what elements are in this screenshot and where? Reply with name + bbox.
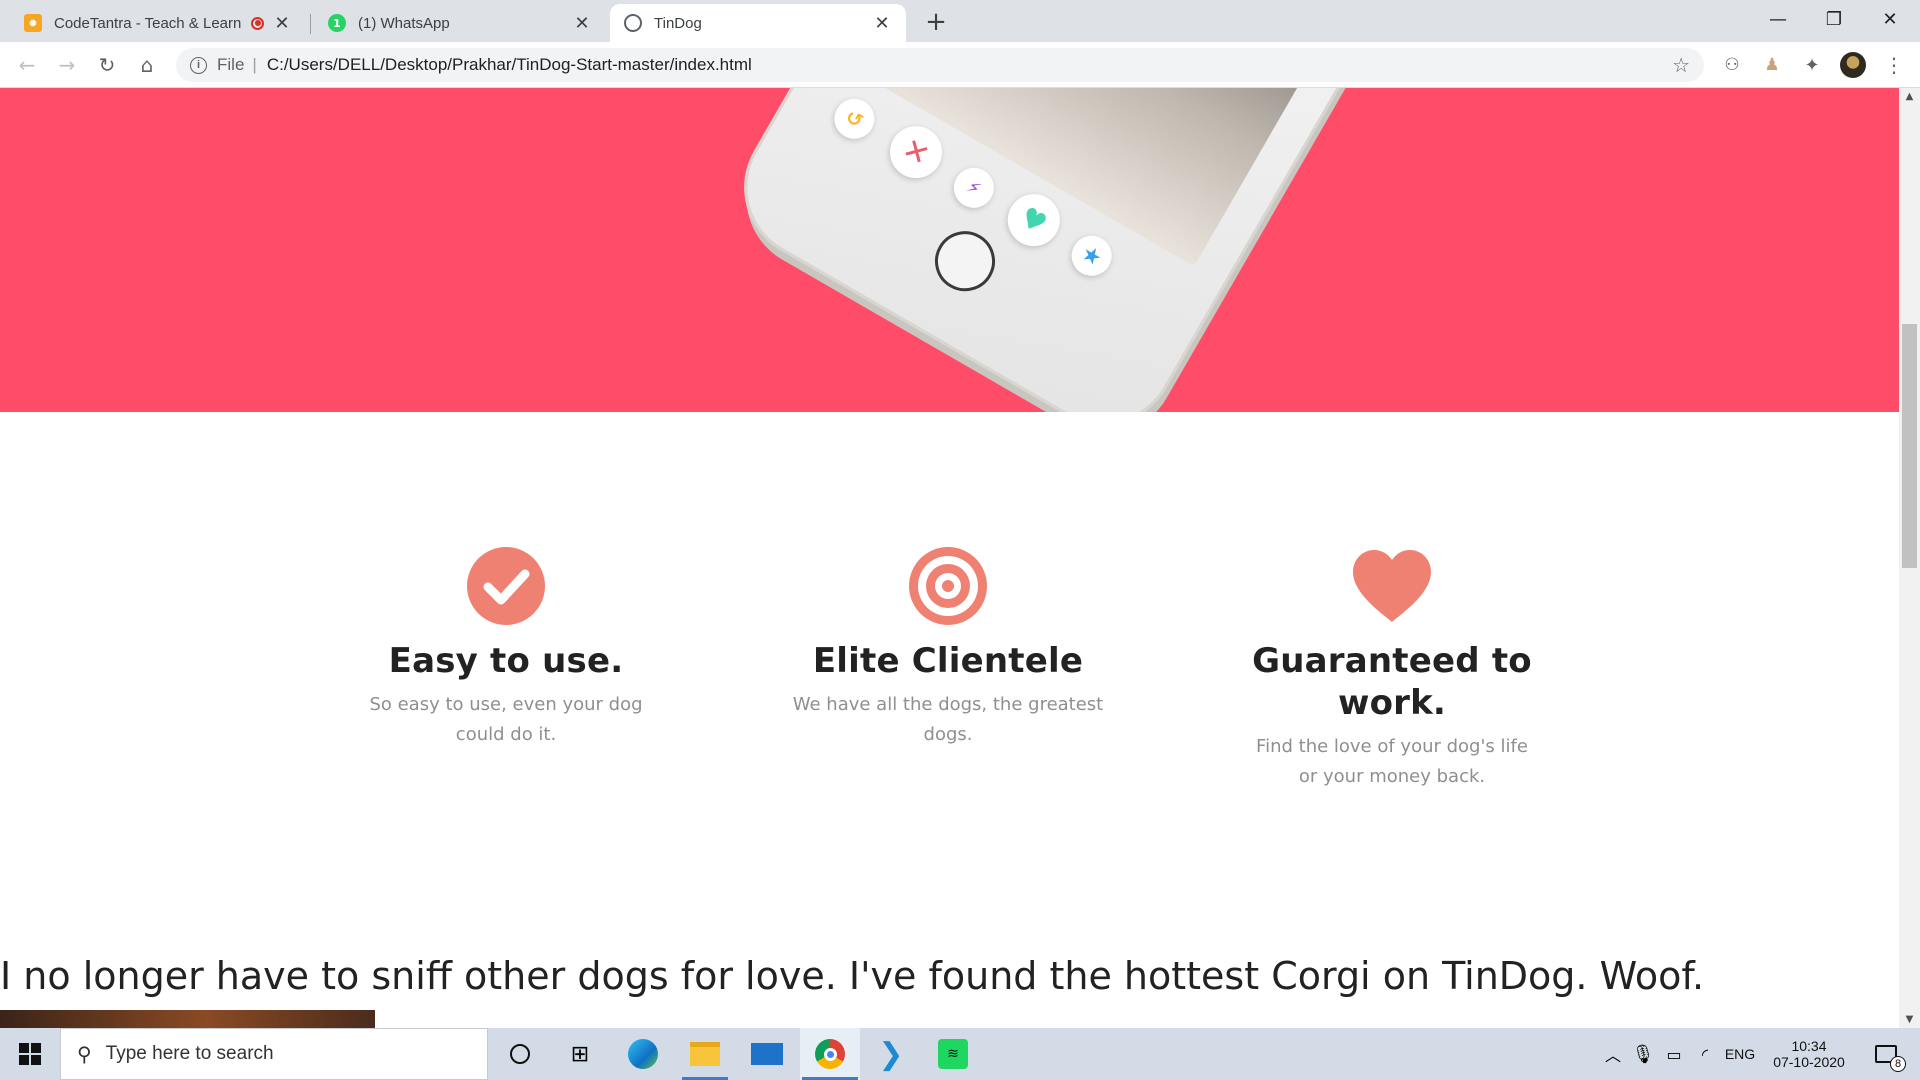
- feature-elite-clientele: Elite Clientele We have all the dogs, th…: [789, 546, 1107, 750]
- home-button[interactable]: ⌂: [133, 51, 161, 79]
- tab-codetantra[interactable]: ✹ CodeTantra - Teach & Learn ✕: [10, 4, 306, 42]
- close-tab-icon[interactable]: ✕: [572, 13, 592, 34]
- clock[interactable]: 10:34 07-10-2020: [1764, 1028, 1854, 1080]
- windows-logo-icon: [19, 1043, 41, 1065]
- extension-figure-icon[interactable]: ♟: [1758, 51, 1786, 79]
- browser-toolbar: ← → ↻ ⌂ i File | C:/Users/DELL/Desktop/P…: [0, 42, 1920, 88]
- forward-button[interactable]: →: [53, 51, 81, 79]
- whatsapp-icon: 1: [328, 14, 346, 32]
- testimonial-quote: I no longer have to sniff other dogs for…: [0, 954, 1705, 998]
- bookmark-star-icon[interactable]: ☆: [1672, 53, 1690, 78]
- taskbar-search[interactable]: ⚲ Type here to search: [60, 1028, 488, 1080]
- search-placeholder: Type here to search: [105, 1043, 274, 1064]
- tab-title: CodeTantra - Teach & Learn: [54, 14, 241, 32]
- minimize-button[interactable]: —: [1750, 0, 1806, 38]
- profile-avatar[interactable]: [1840, 52, 1866, 78]
- feature-text: Find the love of your dog's life or your…: [1256, 736, 1528, 787]
- reload-button[interactable]: ↻: [93, 51, 121, 79]
- file-explorer-icon[interactable]: [680, 1028, 730, 1080]
- clock-date: 07-10-2020: [1773, 1054, 1845, 1070]
- tab-whatsapp[interactable]: 1 (1) WhatsApp ✕: [314, 4, 606, 42]
- scroll-thumb[interactable]: [1902, 324, 1917, 568]
- chrome-icon[interactable]: [800, 1028, 860, 1080]
- tray-chevron-icon[interactable]: ︿: [1598, 1028, 1628, 1080]
- vscode-icon[interactable]: ❯: [866, 1028, 916, 1080]
- wifi-icon[interactable]: ◜: [1690, 1028, 1720, 1080]
- page-viewport: ↺ ✕ ⚡ ♥ ★ Easy to use. So easy to use, e…: [0, 88, 1899, 1028]
- globe-icon: [624, 14, 642, 32]
- restore-button[interactable]: ❐: [1806, 0, 1862, 38]
- url-scheme: File: [217, 55, 245, 74]
- notification-badge: 8: [1890, 1056, 1906, 1072]
- feature-title: Elite Clientele: [812, 641, 1084, 681]
- address-bar[interactable]: i File | C:/Users/DELL/Desktop/Prakhar/T…: [176, 48, 1704, 82]
- start-button[interactable]: [0, 1028, 60, 1080]
- tab-separator: [310, 14, 311, 34]
- tab-strip: ✹ CodeTantra - Teach & Learn ✕ 1 (1) Wha…: [0, 0, 1920, 42]
- new-tab-button[interactable]: +: [922, 7, 950, 37]
- recording-icon: [251, 16, 264, 30]
- spotify-icon[interactable]: ≋: [928, 1028, 978, 1080]
- menu-kebab-icon[interactable]: ⋮: [1880, 51, 1908, 79]
- phone-mockup-image: ↺ ✕ ⚡ ♥ ★: [721, 88, 1409, 412]
- url-divider: |: [252, 55, 257, 74]
- tab-title: (1) WhatsApp: [358, 14, 450, 32]
- check-circle-icon: [467, 547, 545, 625]
- url-text: C:/Users/DELL/Desktop/Prakhar/TinDog-Sta…: [266, 55, 752, 74]
- feature-title: Guaranteed to work.: [1252, 641, 1532, 723]
- bullseye-icon: [909, 547, 987, 625]
- feature-guaranteed: Guaranteed to work. Find the love of you…: [1220, 546, 1564, 792]
- feature-text: We have all the dogs, the greatest dogs.: [792, 694, 1104, 745]
- feature-easy-to-use: Easy to use. So easy to use, even your d…: [348, 546, 664, 750]
- heart-icon: [1353, 550, 1431, 622]
- notification-center[interactable]: 8: [1866, 1028, 1906, 1080]
- close-tab-icon[interactable]: ✕: [272, 13, 292, 34]
- info-icon[interactable]: i: [190, 56, 207, 74]
- language-indicator[interactable]: ENG: [1720, 1028, 1760, 1080]
- extension-icon[interactable]: ⚇: [1718, 51, 1746, 79]
- microphone-icon[interactable]: 🎙: [1628, 1028, 1658, 1080]
- page-scrollbar[interactable]: ▲ ▼: [1899, 88, 1920, 1028]
- codetantra-icon: ✹: [24, 14, 42, 32]
- testimonial-dog-image: [0, 1010, 375, 1028]
- tab-tindog[interactable]: TinDog ✕: [610, 4, 906, 42]
- hero-section: ↺ ✕ ⚡ ♥ ★: [0, 88, 1899, 412]
- task-view-icon[interactable]: ⊞: [556, 1028, 604, 1080]
- windows-taskbar: ⚲ Type here to search ⊞ ❯ ≋ ︿ 🎙 ▭ ◜ ENG …: [0, 1028, 1920, 1080]
- extensions-puzzle-icon[interactable]: ✦: [1798, 51, 1826, 79]
- scroll-down-arrow[interactable]: ▼: [1899, 1011, 1920, 1028]
- edge-icon[interactable]: [618, 1028, 668, 1080]
- scroll-up-arrow[interactable]: ▲: [1899, 88, 1920, 105]
- close-window-button[interactable]: ✕: [1862, 0, 1918, 38]
- search-icon: ⚲: [77, 1043, 92, 1066]
- feature-title: Easy to use.: [388, 641, 624, 681]
- tab-title: TinDog: [654, 14, 702, 32]
- clock-time: 10:34: [1791, 1038, 1827, 1054]
- feature-text: So easy to use, even your dog could do i…: [369, 694, 643, 745]
- back-button[interactable]: ←: [13, 51, 41, 79]
- cortana-icon[interactable]: [496, 1028, 544, 1080]
- close-tab-icon[interactable]: ✕: [872, 13, 892, 34]
- battery-icon[interactable]: ▭: [1658, 1028, 1690, 1080]
- mail-icon[interactable]: [742, 1028, 792, 1080]
